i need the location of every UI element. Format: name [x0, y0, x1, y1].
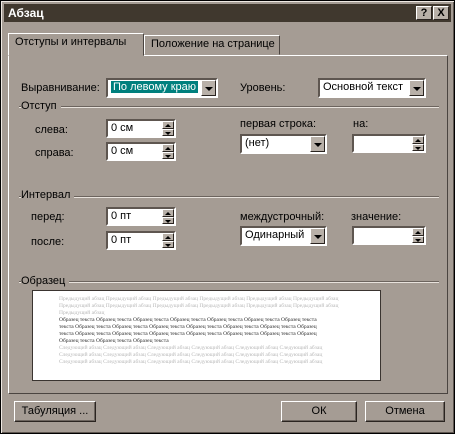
tab-indents-spacing[interactable]: Отступы и интервалы [8, 33, 144, 56]
close-button[interactable]: X [433, 6, 449, 20]
alignment-label: Выравнивание: [21, 82, 100, 94]
line-spacing-select[interactable]: Одинарный [240, 226, 327, 246]
preview-prev-line: Предыдущий абзац Предыдущий абзац Предыд… [59, 303, 339, 309]
line-spacing-label: междустрочный: [240, 211, 325, 223]
preview-sample-line: Образец текста Образец текста Образец те… [59, 317, 317, 323]
level-value: Основной текст [323, 81, 403, 93]
spacing-before-value: 0 пт [111, 210, 132, 222]
preview-sample-line: текста Образец текста Образец текста Обр… [59, 331, 317, 337]
spacing-before-spinner[interactable] [162, 209, 174, 224]
preview-next-line: Следующий абзац Следующий абзац Следующи… [59, 359, 323, 365]
tabulation-button[interactable]: Табуляция ... [14, 401, 96, 422]
indent-right-value: 0 см [111, 145, 134, 157]
first-line-dropdown-icon[interactable] [310, 136, 325, 152]
tab-indents-spacing-label: Отступы и интервалы [15, 36, 127, 48]
spin-up-icon[interactable] [162, 233, 174, 241]
spin-down-icon[interactable] [412, 143, 424, 151]
indent-right-input[interactable]: 0 см [106, 142, 176, 161]
spacing-value-spinner[interactable] [412, 228, 424, 243]
spin-down-icon[interactable] [162, 240, 174, 248]
spin-up-icon[interactable] [162, 209, 174, 217]
spin-down-icon[interactable] [162, 128, 174, 136]
alignment-value: По левому краю [111, 81, 198, 93]
preview-prev-line: Предыдущий абзац [59, 310, 105, 316]
preview-sample-line: текста Образец текста Образец текста Обр… [59, 324, 317, 330]
spacing-group-line [19, 196, 439, 198]
tab-page-position[interactable]: Положение на странице [144, 35, 280, 55]
spacing-after-input[interactable]: 0 пт [106, 231, 176, 250]
paragraph-dialog: Абзац ? X Отступы и интервалы Положение … [0, 0, 455, 434]
indent-on-input[interactable] [352, 134, 426, 153]
indent-group-title: Отступ [21, 100, 61, 112]
spin-up-icon[interactable] [412, 136, 424, 144]
cancel-button[interactable]: Отмена [365, 401, 445, 422]
spacing-after-value: 0 пт [111, 234, 132, 246]
spacing-before-input[interactable]: 0 пт [106, 207, 176, 226]
spacing-before-label: перед: [31, 211, 65, 223]
first-line-select[interactable]: (нет) [240, 134, 327, 154]
tab-page-position-label: Положение на странице [151, 38, 275, 50]
indent-on-label: на: [353, 118, 369, 130]
window-title: Абзац [8, 6, 44, 20]
title-bar: Абзац [4, 4, 451, 22]
spacing-after-spinner[interactable] [162, 233, 174, 248]
preview-next-line: Следующий абзац Следующий абзац Следующи… [59, 345, 323, 351]
spin-down-icon[interactable] [162, 216, 174, 224]
preview-sample-line: Образец текста Образец текста Образец те… [59, 338, 169, 344]
level-dropdown-icon[interactable] [409, 80, 424, 96]
spacing-group-title: Интервал [21, 189, 75, 201]
indent-right-label: справа: [35, 147, 74, 159]
level-select[interactable]: Основной текст [318, 78, 426, 98]
indent-group-line [19, 106, 439, 108]
preview-group-title: Образец [21, 275, 70, 287]
spacing-after-label: после: [31, 236, 65, 248]
indent-on-spinner[interactable] [412, 136, 424, 151]
spin-up-icon[interactable] [162, 121, 174, 129]
indent-left-label: слева: [35, 124, 68, 136]
spin-down-icon[interactable] [412, 235, 424, 243]
spacing-value-label: значение: [351, 211, 402, 223]
spin-up-icon[interactable] [412, 228, 424, 236]
spin-down-icon[interactable] [162, 151, 174, 159]
first-line-label: первая строка: [240, 118, 317, 130]
spin-up-icon[interactable] [162, 144, 174, 152]
line-spacing-dropdown-icon[interactable] [310, 228, 325, 244]
line-spacing-value: Одинарный [245, 229, 305, 241]
preview-group-line [19, 281, 439, 283]
indent-left-spinner[interactable] [162, 121, 174, 136]
indent-left-input[interactable]: 0 см [106, 119, 176, 138]
spacing-value-input[interactable] [352, 226, 426, 245]
help-button[interactable]: ? [416, 6, 432, 20]
first-line-value: (нет) [245, 137, 270, 149]
alignment-dropdown-icon[interactable] [201, 80, 216, 96]
preview-next-line: Следующий абзац Следующий абзац Следующи… [59, 352, 323, 358]
level-label: Уровень: [240, 82, 286, 94]
preview-box: Предыдущий абзац Предыдущий абзац Предыд… [32, 290, 381, 381]
ok-button[interactable]: ОК [281, 401, 357, 422]
indent-left-value: 0 см [111, 122, 134, 134]
indent-right-spinner[interactable] [162, 144, 174, 159]
alignment-select[interactable]: По левому краю [106, 78, 218, 98]
preview-prev-line: Предыдущий абзац Предыдущий абзац Предыд… [59, 296, 339, 302]
